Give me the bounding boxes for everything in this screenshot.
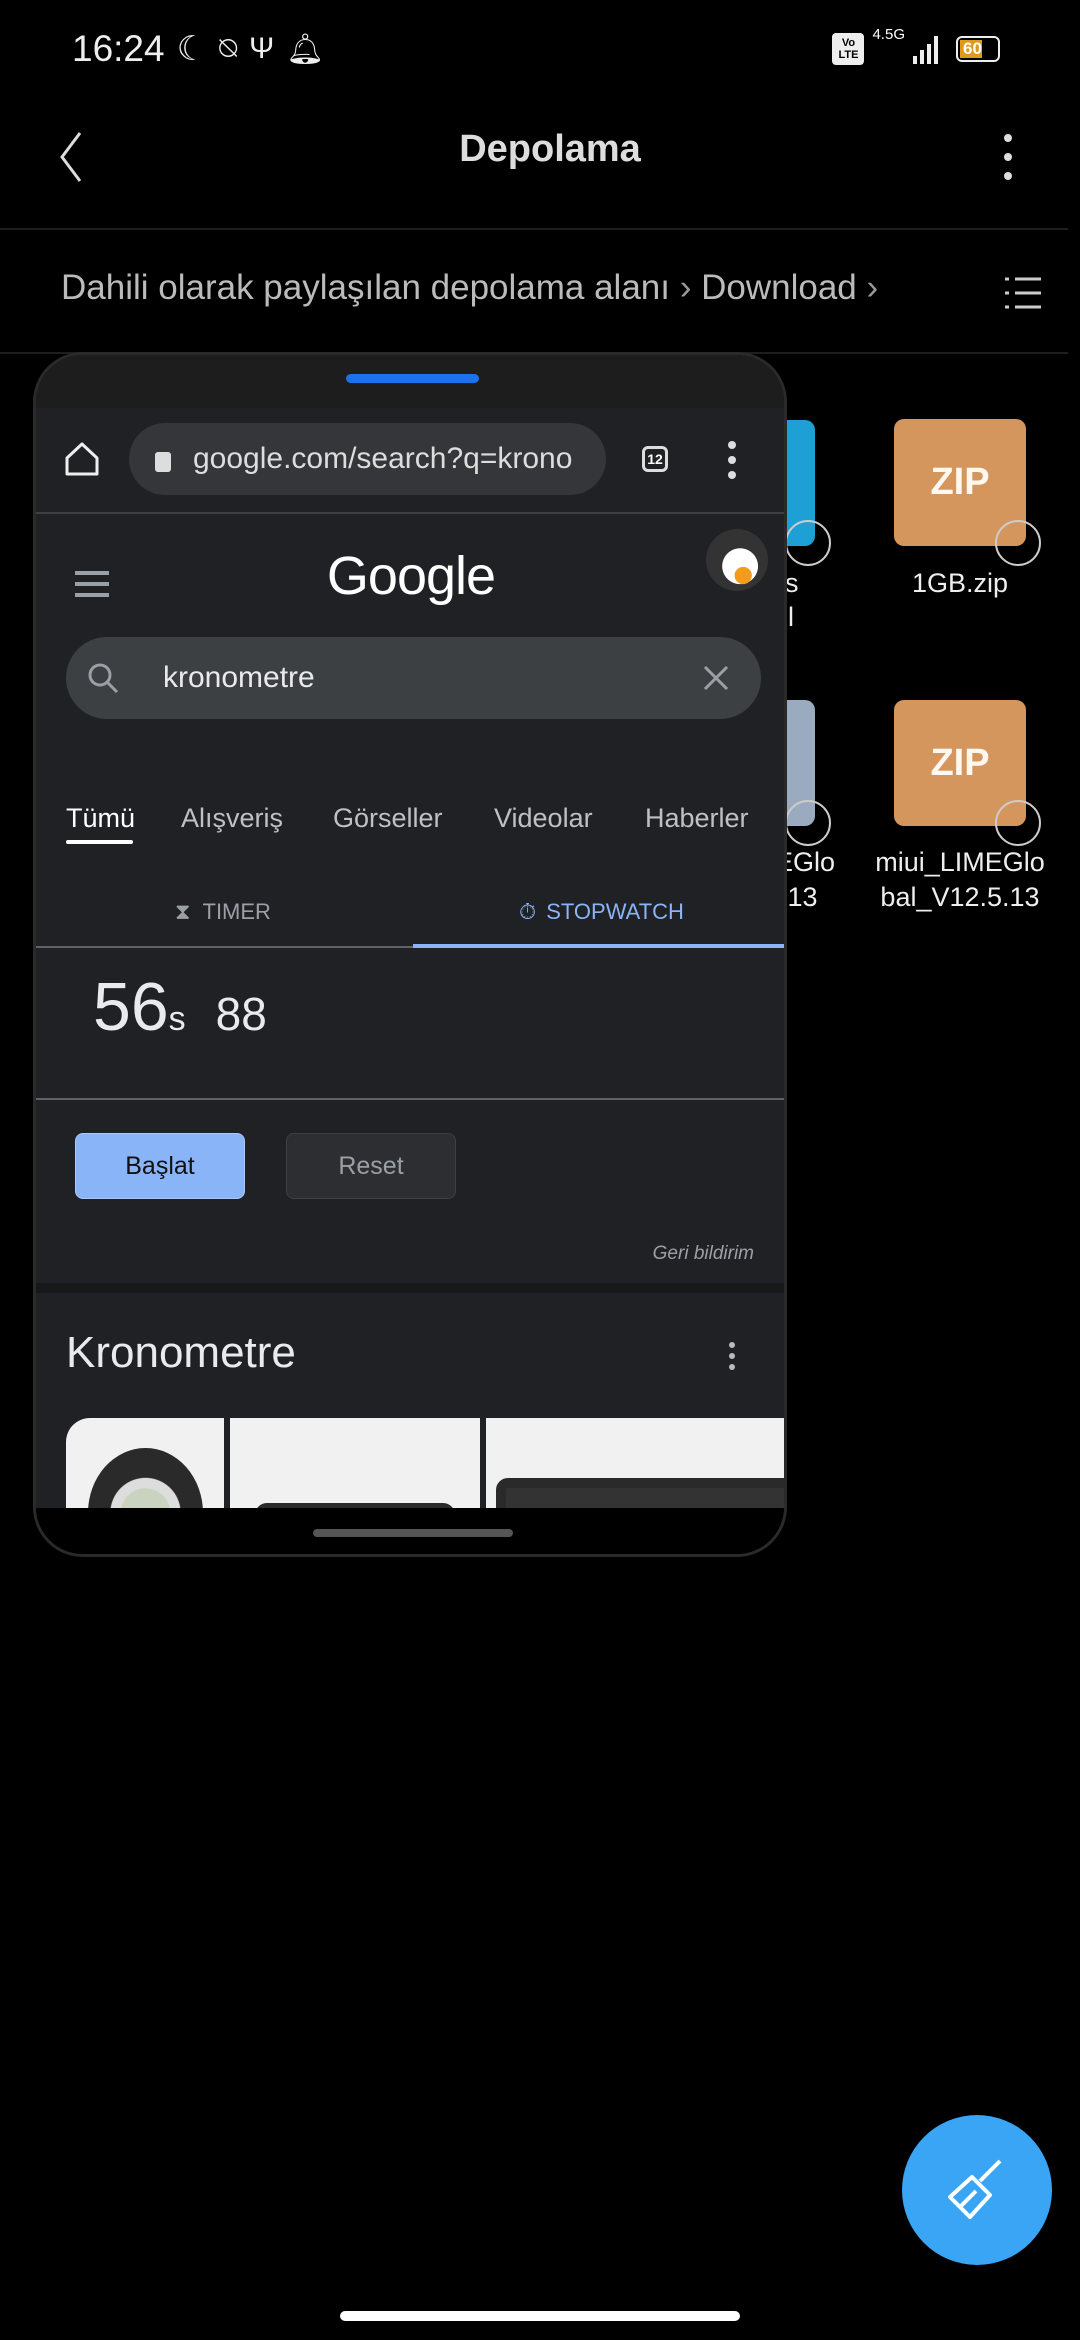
tab-switcher-button[interactable]: 12 (642, 446, 668, 472)
window-nav-bar (36, 1508, 784, 1554)
home-button[interactable] (64, 441, 100, 477)
battery-icon: 60 (956, 36, 1000, 62)
tab-shopping[interactable]: Alışveriş (181, 803, 283, 834)
browser-menu-button[interactable] (726, 440, 738, 480)
timer-tab[interactable]: ⧗ TIMER (36, 878, 410, 946)
tab-all[interactable]: Tümü (66, 803, 135, 834)
section-more-button[interactable] (726, 1341, 738, 1371)
search-icon (88, 663, 119, 694)
moon-icon: ☾ (176, 30, 208, 68)
window-title-bar[interactable] (36, 355, 784, 408)
file-label: s (785, 568, 799, 598)
window-drag-handle[interactable] (346, 374, 479, 383)
status-bar-right: Vo LTE 4.5G 60 (832, 26, 1000, 72)
menu-button[interactable] (75, 571, 109, 597)
hundredths-value: 88 (215, 988, 267, 1040)
chevron-right-icon: › (679, 268, 692, 307)
select-checkbox[interactable] (995, 800, 1041, 846)
file-label: 1GB.zip (911, 568, 1009, 598)
network-type: 4.5G (872, 26, 905, 43)
more-vertical-icon (1004, 134, 1012, 180)
clean-up-fab[interactable] (902, 2115, 1052, 2265)
page-title: Depolama (459, 128, 641, 170)
select-checkbox[interactable] (785, 520, 831, 566)
more-vertical-icon (729, 1342, 735, 1370)
hamburger-icon (75, 571, 109, 597)
browser-page: google.com/search?q=krono 12 Google kron… (36, 408, 784, 1508)
stopwatch-tab[interactable]: ⏱︎ STOPWATCH (413, 878, 784, 946)
file-label: miui_LIMEGlo (875, 847, 1045, 877)
tab-news[interactable]: Haberler (645, 803, 749, 834)
chevron-right-icon: › (866, 268, 879, 307)
signal-icon (913, 34, 938, 64)
stopwatch-image (88, 1448, 203, 1508)
start-button[interactable]: Başlat (75, 1133, 245, 1199)
avatar[interactable] (706, 529, 768, 591)
select-checkbox[interactable] (785, 800, 831, 846)
home-icon (65, 442, 99, 476)
lock-icon (155, 452, 171, 472)
bell-icon: 🔔︎ (286, 32, 325, 66)
feedback-link[interactable]: Geri bildirim (653, 1243, 754, 1265)
window-home-handle[interactable] (313, 1529, 513, 1537)
list-view-icon (1005, 277, 1041, 309)
more-options-button[interactable] (998, 132, 1018, 182)
image-result-clock[interactable] (486, 1418, 784, 1508)
clock-image (496, 1478, 784, 1508)
file-label: bal_V12.5.13 (880, 882, 1040, 912)
volte-icon: Vo LTE (832, 33, 865, 65)
tab-videos[interactable]: Videolar (494, 803, 593, 834)
google-logo[interactable]: Google (291, 545, 531, 607)
breadcrumb-item[interactable]: Download (701, 268, 857, 307)
stopwatch-display: 56 s 88 (93, 968, 267, 1046)
tab-count: 12 (647, 451, 663, 467)
more-vertical-icon (728, 441, 736, 479)
image-result-clock[interactable] (230, 1418, 480, 1508)
seconds-value: 56 (93, 969, 169, 1045)
zip-icon: ZIP (930, 461, 990, 503)
stopwatch-icon: ⏱︎ (519, 899, 537, 924)
image-result-stopwatch[interactable] (66, 1418, 224, 1508)
hourglass-icon: ⧗ (175, 899, 191, 924)
url-bar[interactable]: google.com/search?q=krono (129, 423, 606, 495)
seconds-unit: s (168, 1000, 186, 1038)
header-divider (0, 228, 1068, 230)
search-input[interactable]: kronometre (163, 661, 315, 695)
view-toggle-button[interactable] (1005, 275, 1041, 311)
active-tab-indicator (66, 840, 133, 844)
broom-clean-icon (948, 2159, 1002, 2219)
section-title: Kronometre (66, 1328, 296, 1377)
toolbar-divider (36, 512, 784, 514)
timer-tab-label: TIMER (202, 899, 271, 924)
select-checkbox[interactable] (995, 520, 1041, 566)
search-box[interactable]: kronometre (66, 637, 761, 719)
file-label: l (788, 602, 794, 632)
floating-browser-window[interactable]: google.com/search?q=krono 12 Google kron… (33, 352, 787, 1557)
tab-images[interactable]: Görseller (333, 803, 443, 834)
stopwatch-tab-label: STOPWATCH (546, 899, 684, 924)
zip-icon: ZIP (930, 741, 990, 784)
clear-icon[interactable] (702, 664, 730, 692)
section-separator (36, 1283, 784, 1293)
clock: 16:24 (72, 28, 165, 69)
stopwatch-tab-indicator (413, 944, 784, 948)
breadcrumb-item[interactable]: Dahili olarak paylaşılan depolama alanı (61, 268, 670, 307)
status-bar-left: 16:24 ☾ ⍉ Ψ 🔔︎ (72, 24, 324, 74)
url-text: google.com/search?q=krono (193, 442, 573, 475)
breadcrumb: Dahili olarak paylaşılan depolama alanı … (61, 268, 878, 308)
reset-button[interactable]: Reset (286, 1133, 456, 1199)
system-home-indicator[interactable] (340, 2311, 740, 2321)
vibrate-off-icon: ⍉ (219, 32, 238, 65)
usb-icon: Ψ (249, 32, 275, 65)
stopwatch-divider (36, 1098, 784, 1100)
